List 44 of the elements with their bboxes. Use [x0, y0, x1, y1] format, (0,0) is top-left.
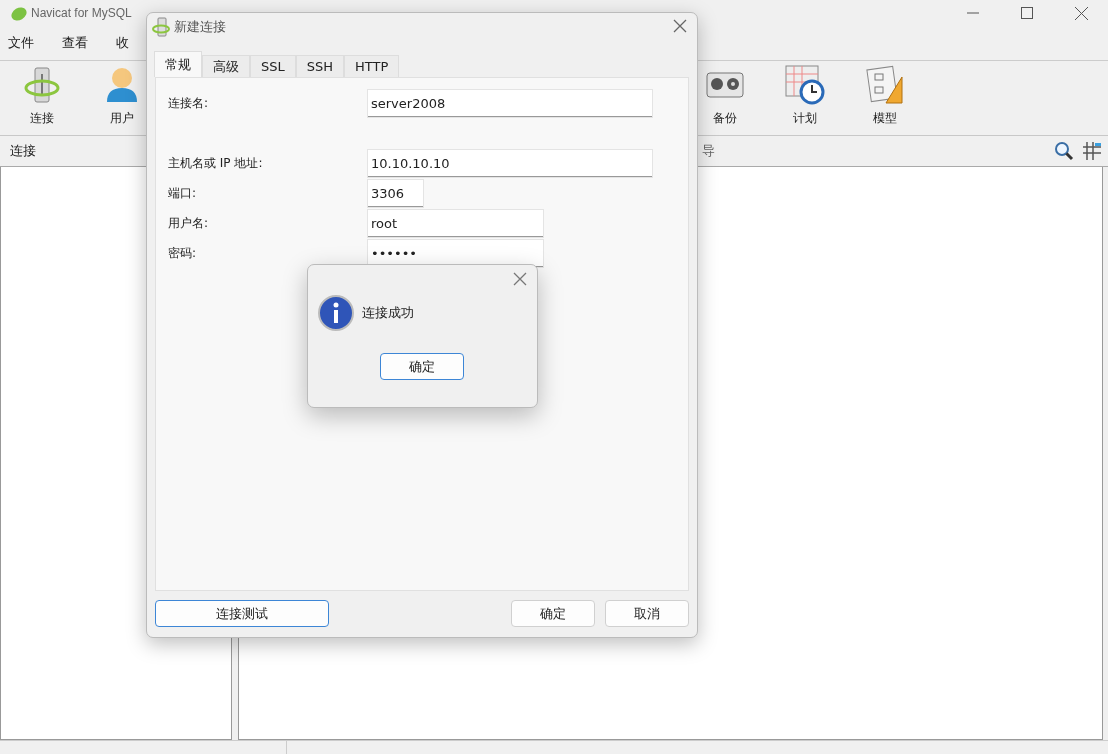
field-label: 密码:: [168, 245, 198, 262]
diagram-ruler-icon: [866, 65, 904, 105]
server-icon: [24, 66, 60, 104]
tab[interactable]: SSH: [295, 55, 345, 77]
toolbar-button[interactable]: 备份: [685, 64, 765, 135]
test-connection-button[interactable]: 连接测试: [155, 600, 329, 627]
menu-item[interactable]: 查看: [62, 34, 88, 52]
dialog-title: 新建连接: [174, 18, 226, 36]
tab[interactable]: 常规: [154, 51, 202, 77]
maximize-icon[interactable]: [1021, 7, 1033, 19]
search-icon[interactable]: [1054, 141, 1074, 161]
tab[interactable]: 高级: [202, 55, 250, 77]
window-title: Navicat for MySQL: [31, 6, 132, 20]
toolbar-button[interactable]: 计划: [765, 64, 845, 135]
input-field[interactable]: root: [368, 210, 543, 237]
input-field[interactable]: 10.10.10.10: [368, 150, 652, 177]
field-label: 主机名或 IP 地址:: [168, 155, 264, 172]
pane-header: 导: [702, 142, 715, 160]
app-logo-icon: [10, 4, 28, 22]
toolbar-button[interactable]: 连接: [2, 64, 82, 135]
grid-icon[interactable]: [1082, 141, 1102, 161]
tab[interactable]: SSL: [250, 55, 296, 77]
toolbar-button[interactable]: 模型: [845, 64, 925, 135]
tab[interactable]: HTTP: [344, 55, 400, 77]
close-icon[interactable]: [1074, 6, 1088, 20]
ok-button[interactable]: 确定: [380, 353, 464, 380]
pane-header: 连接: [9, 142, 37, 160]
calendar-clock-icon: [785, 65, 825, 105]
user-icon: [105, 66, 139, 104]
message-text: 连接成功: [362, 304, 414, 322]
field-label: 端口:: [168, 185, 198, 202]
input-field[interactable]: server2008: [368, 90, 652, 117]
cassette-icon: [706, 72, 744, 98]
connection-icon: [151, 17, 171, 37]
ok-button[interactable]: 确定: [511, 600, 595, 627]
close-icon[interactable]: [513, 272, 527, 286]
cancel-button[interactable]: 取消: [605, 600, 689, 627]
menu-item[interactable]: 文件: [8, 34, 34, 52]
field-label: 用户名:: [168, 215, 210, 232]
menu-item[interactable]: 收: [116, 34, 129, 52]
field-label: 连接名:: [168, 95, 210, 112]
info-icon: [318, 295, 354, 331]
input-field[interactable]: 3306: [368, 180, 423, 207]
close-icon[interactable]: [673, 18, 687, 33]
